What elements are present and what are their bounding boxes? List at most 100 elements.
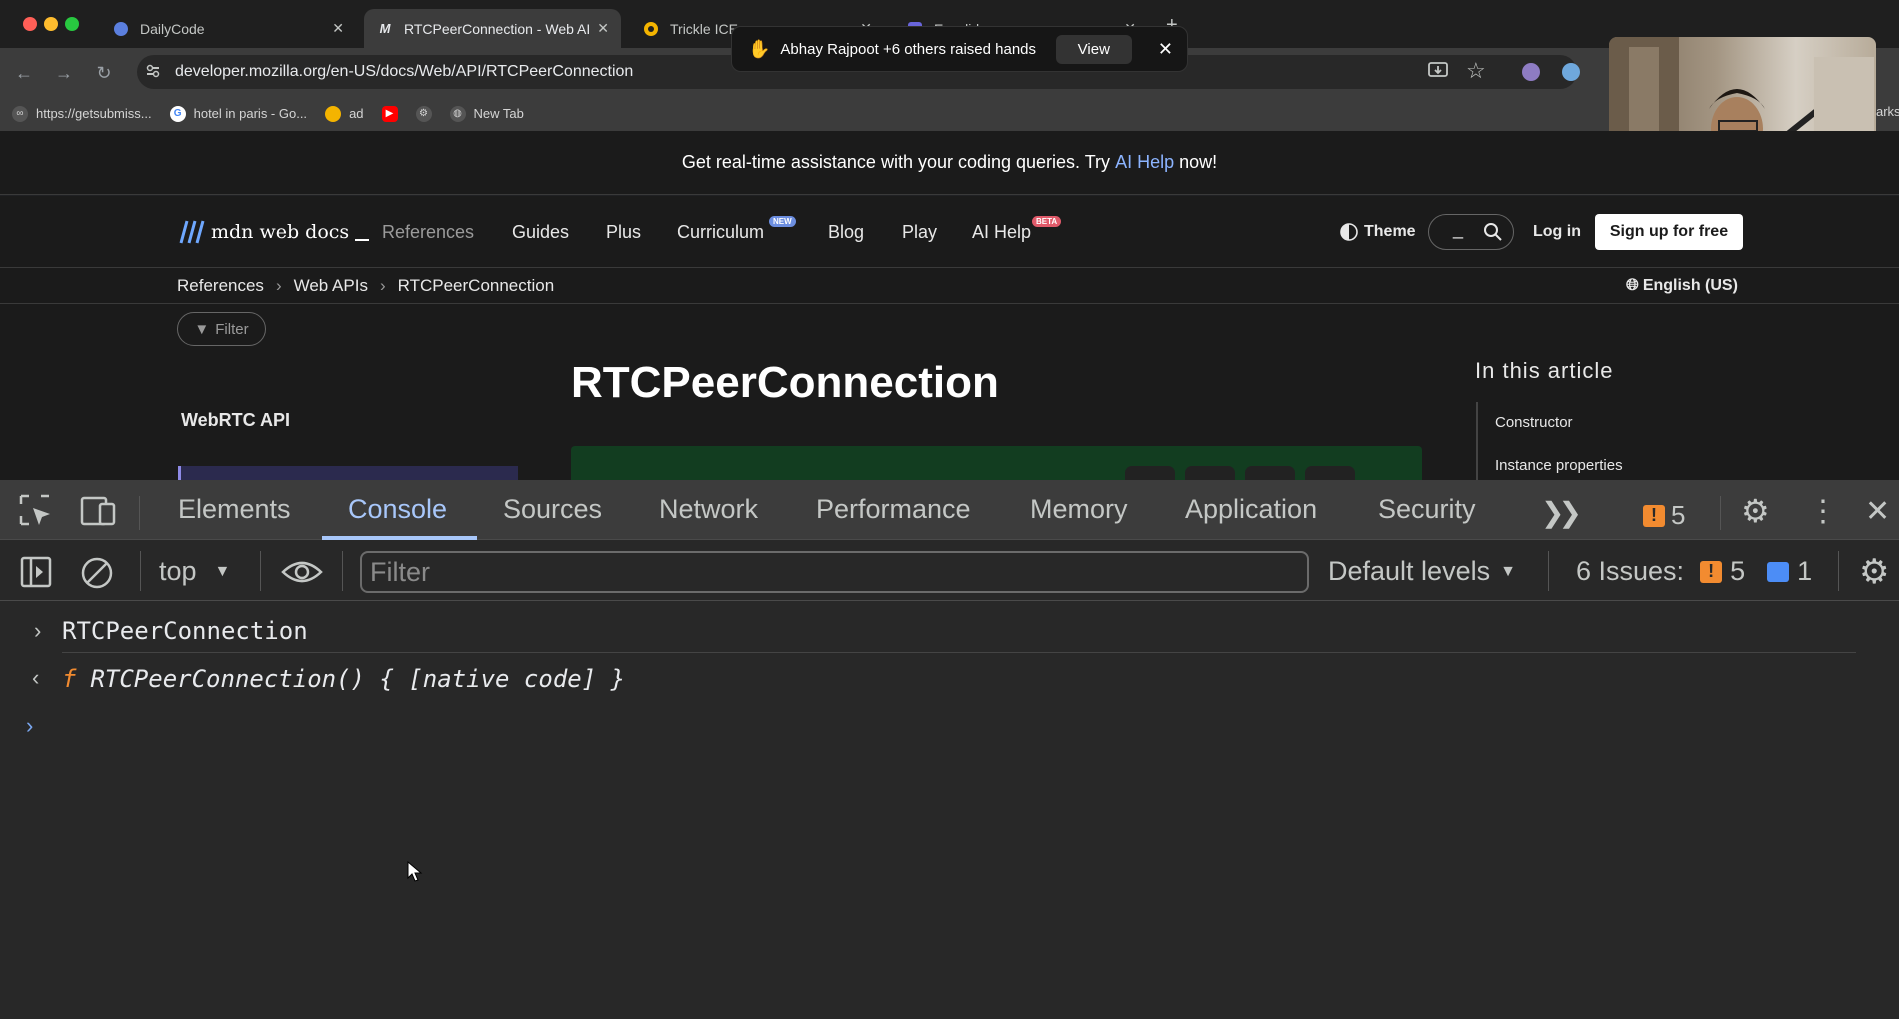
forward-arrow-icon[interactable]: →: [51, 60, 77, 86]
signup-button[interactable]: Sign up for free: [1595, 214, 1743, 250]
more-tabs-chevron-icon[interactable]: ❯❯: [1541, 496, 1582, 529]
active-tab-indicator: [322, 536, 477, 540]
language-selector[interactable]: 🌐︎ English (US): [1626, 277, 1738, 295]
sidebar-active-item[interactable]: [178, 466, 518, 480]
chevron-right-icon: ›: [275, 276, 282, 295]
youtube-bookmark[interactable]: ▶: [381, 105, 398, 122]
console-output-line[interactable]: f RTCPeerConnection() { [native code] }: [62, 665, 625, 693]
google-icon: G: [169, 105, 186, 122]
hand-icon: [325, 105, 342, 122]
console-settings-gear-icon[interactable]: ⚙: [1859, 552, 1889, 592]
sidebar-filter-button[interactable]: ▼ Filter: [177, 312, 266, 346]
browser-tab-rtcpeerconnection[interactable]: M RTCPeerConnection - Web AI ✕: [364, 9, 621, 48]
prompt-chevron-icon[interactable]: ›: [26, 713, 33, 739]
search-placeholder: _: [1453, 219, 1464, 239]
mdn-content: ▼ Filter WebRTC API RTCPeerConnection In…: [0, 304, 1899, 480]
extension-icon[interactable]: [1521, 62, 1541, 82]
breadcrumb-item-current[interactable]: RTCPeerConnection: [398, 276, 555, 296]
nav-ai-help-label: AI Help: [972, 222, 1032, 242]
nav-blog[interactable]: Blog: [828, 222, 864, 243]
dropdown-triangle-icon: ▼: [1500, 562, 1516, 580]
tab-sources[interactable]: Sources: [503, 494, 602, 525]
bookmark-star-icon[interactable]: ☆: [1466, 58, 1486, 84]
live-expression-eye-icon[interactable]: [281, 556, 323, 588]
browser-tab-dailycode[interactable]: DailyCode ✕: [100, 9, 356, 48]
theme-toggle[interactable]: Theme: [1340, 223, 1416, 241]
view-button[interactable]: View: [1055, 34, 1132, 64]
issues-summary[interactable]: 6 Issues: ! 5 1: [1576, 556, 1812, 587]
logo-cursor: [355, 239, 370, 241]
inspect-element-icon[interactable]: [19, 494, 53, 528]
window-maximize-button[interactable]: [65, 17, 79, 31]
issues-counter[interactable]: ! 5: [1643, 500, 1685, 531]
raised-hands-notification: ✋ Abhay Rajpoot +6 others raised hands V…: [731, 26, 1188, 72]
tab-application[interactable]: Application: [1185, 494, 1317, 525]
bookmark-item[interactable]: ◍ New Tab: [449, 105, 524, 122]
levels-label: Default levels: [1328, 556, 1491, 586]
back-arrow-icon[interactable]: ←: [11, 60, 37, 86]
bookmark-item[interactable]: ∞ https://getsubmiss...: [12, 105, 152, 122]
context-selector[interactable]: top ▼: [159, 556, 230, 587]
sidebar-heading[interactable]: WebRTC API: [181, 410, 290, 431]
warning-count: 5: [1730, 556, 1746, 586]
nav-plus[interactable]: Plus: [606, 222, 641, 243]
context-label: top: [159, 556, 197, 586]
close-icon[interactable]: ✕: [1158, 39, 1173, 60]
bookmark-item[interactable]: ad: [325, 105, 364, 122]
toc-item-instance-properties[interactable]: Instance properties: [1495, 457, 1623, 474]
issues-label: 6 Issues:: [1576, 556, 1685, 586]
theme-label: Theme: [1364, 223, 1416, 240]
tab-security[interactable]: Security: [1378, 494, 1476, 525]
tab-performance[interactable]: Performance: [816, 494, 971, 525]
site-settings-icon[interactable]: [145, 63, 161, 79]
settings-gear-icon[interactable]: ⚙: [1741, 492, 1770, 530]
window-minimize-button[interactable]: [44, 17, 58, 31]
toc-item-constructor[interactable]: Constructor: [1495, 414, 1573, 431]
bookmark-item[interactable]: Ghotel in paris - Go...: [169, 105, 307, 122]
ai-help-link[interactable]: AI Help: [1115, 152, 1174, 173]
close-icon[interactable]: ✕: [332, 20, 344, 37]
divider: [1838, 551, 1839, 591]
tab-console[interactable]: Console: [348, 494, 447, 525]
url-text: developer.mozilla.org/en-US/docs/Web/API…: [175, 63, 634, 80]
banner-text: Get real-time assistance with your codin…: [681, 152, 1116, 172]
mdn-logo[interactable]: mdn web docs: [177, 219, 370, 245]
settings-bookmark[interactable]: ⚙: [415, 105, 432, 122]
nav-references[interactable]: References: [382, 222, 474, 243]
log-levels-dropdown[interactable]: Default levels ▼: [1328, 556, 1516, 587]
filter-icon: ▼: [194, 320, 210, 338]
mdn-logo-text: mdn web docs: [211, 221, 350, 243]
tab-memory[interactable]: Memory: [1030, 494, 1128, 525]
nav-curriculum[interactable]: Curriculum NEW: [677, 216, 796, 243]
device-toolbar-icon[interactable]: [80, 494, 118, 528]
mdn-search-box[interactable]: _: [1428, 214, 1514, 250]
console-input-line[interactable]: RTCPeerConnection: [62, 617, 308, 645]
globe-icon: 🌐︎: [1626, 277, 1639, 294]
breadcrumb-item[interactable]: References: [177, 276, 264, 296]
nav-play[interactable]: Play: [902, 222, 937, 243]
breadcrumb-item[interactable]: Web APIs: [294, 276, 368, 296]
youtube-icon: ▶: [381, 105, 398, 122]
browser-support-icons: [1125, 466, 1361, 480]
raised-hand-icon: ✋: [748, 38, 771, 59]
close-icon[interactable]: ✕: [597, 20, 609, 37]
issues-count: 5: [1671, 500, 1686, 530]
window-close-button[interactable]: [23, 17, 37, 31]
nav-guides[interactable]: Guides: [512, 222, 569, 243]
banner-suffix: now!: [1174, 152, 1218, 172]
tab-network[interactable]: Network: [659, 494, 758, 525]
filter-label: Filter: [215, 320, 249, 338]
install-app-icon[interactable]: [1428, 62, 1448, 80]
nav-ai-help[interactable]: AI Help BETA: [972, 216, 1062, 243]
tab-elements[interactable]: Elements: [178, 494, 291, 525]
clear-console-icon[interactable]: [80, 556, 114, 590]
console-filter-input[interactable]: [362, 553, 1307, 591]
login-link[interactable]: Log in: [1533, 223, 1581, 241]
close-devtools-icon[interactable]: ✕: [1865, 494, 1890, 529]
profile-extension-icon[interactable]: [1561, 62, 1581, 82]
kebab-menu-icon[interactable]: ⋮: [1808, 494, 1838, 529]
globe-icon: ◍: [449, 105, 466, 122]
sidebar-toggle-icon[interactable]: [20, 556, 52, 588]
info-count: 1: [1797, 556, 1813, 586]
reload-icon[interactable]: ↻: [91, 60, 117, 86]
